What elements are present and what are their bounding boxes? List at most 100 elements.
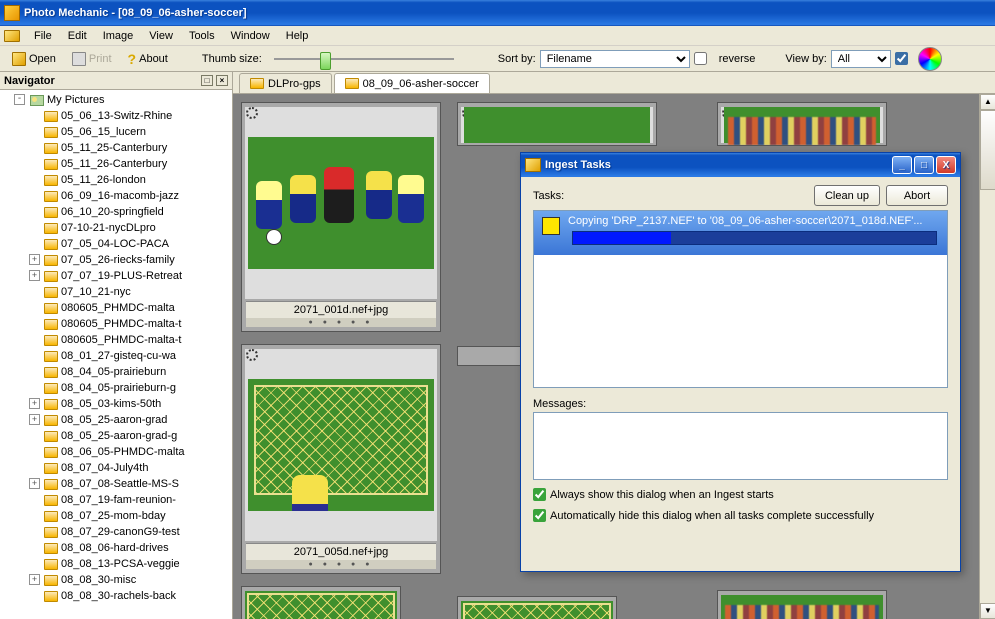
reverse-checkbox[interactable]	[694, 52, 707, 65]
thumb-size-slider[interactable]	[274, 50, 454, 68]
tree-folder[interactable]: 08_05_25-aaron-grad	[44, 412, 230, 428]
print-icon	[72, 52, 86, 66]
tree-folder[interactable]: 07_10_21-nyc	[44, 284, 230, 300]
cleanup-button[interactable]: Clean up	[814, 185, 880, 206]
sortby-label: Sort by:	[498, 53, 536, 65]
abort-button[interactable]: Abort	[886, 185, 948, 206]
tree-folder[interactable]: 07_07_19-PLUS-Retreat	[44, 268, 230, 284]
thumbnail-cell[interactable]: 2071_005d.nef+jpg ● ● ● ● ●	[241, 344, 441, 574]
menu-window[interactable]: Window	[223, 28, 278, 44]
tree-folder[interactable]: 08_01_27-gisteq-cu-wa	[44, 348, 230, 364]
task-item[interactable]: Copying 'DRP_2137.NEF' to '08_09_06-ashe…	[534, 211, 947, 255]
dialog-maximize-button[interactable]: □	[914, 156, 934, 174]
thumbnail-cell[interactable]	[457, 596, 617, 619]
menu-view[interactable]: View	[141, 28, 181, 44]
tree-folder[interactable]: 05_11_25-Canterbury	[44, 140, 230, 156]
tree-folder[interactable]: 080605_PHMDC-malta-t	[44, 316, 230, 332]
open-icon	[12, 52, 26, 66]
folder-icon	[44, 303, 58, 314]
folder-icon	[44, 319, 58, 330]
navigator-close-button[interactable]: ×	[216, 75, 228, 86]
tree-folder[interactable]: 05_11_26-Canterbury	[44, 156, 230, 172]
tree-folder[interactable]: 08_08_06-hard-drives	[44, 540, 230, 556]
thumbnail-cell[interactable]: 2071_001d.nef+jpg ● ● ● ● ●	[241, 102, 441, 332]
tree-root[interactable]: My Pictures	[2, 92, 230, 108]
menu-edit[interactable]: Edit	[60, 28, 95, 44]
folder-label: 08_05_03-kims-50th	[61, 398, 161, 410]
tree-folder[interactable]: 08_07_04-July4th	[44, 460, 230, 476]
menu-file[interactable]: File	[26, 28, 60, 44]
sortby-select[interactable]: Filename	[540, 50, 690, 68]
print-button[interactable]: Print	[66, 50, 118, 68]
scroll-up-button[interactable]: ▲	[980, 94, 995, 110]
about-button[interactable]: ?About	[122, 49, 174, 69]
thumbnail-cell[interactable]	[717, 590, 887, 619]
scroll-down-button[interactable]: ▼	[980, 603, 995, 619]
folder-icon	[44, 143, 58, 154]
tree-folder[interactable]: 08_07_29-canonG9-test	[44, 524, 230, 540]
tree-folder[interactable]: 05_11_26-london	[44, 172, 230, 188]
tree-folder[interactable]: 07-10-21-nycDLpro	[44, 220, 230, 236]
always-show-checkbox[interactable]	[533, 488, 546, 501]
dialog-minimize-button[interactable]: _	[892, 156, 912, 174]
tree-folder[interactable]: 08_06_05-PHMDC-malta	[44, 444, 230, 460]
tree-folder[interactable]: 08_07_08-Seattle-MS-S	[44, 476, 230, 492]
menu-help[interactable]: Help	[278, 28, 317, 44]
thumbnail-cell[interactable]	[717, 102, 887, 146]
folder-label: 08_07_25-mom-bday	[61, 510, 166, 522]
viewby-select[interactable]: All	[831, 50, 891, 68]
tree-folder[interactable]: 08_07_25-mom-bday	[44, 508, 230, 524]
tab-dlpro-gps[interactable]: DLPro-gps	[239, 73, 332, 93]
task-text: Copying 'DRP_2137.NEF' to '08_09_06-ashe…	[568, 215, 941, 227]
folder-label: 05_11_26-london	[61, 174, 146, 186]
dialog-titlebar[interactable]: Ingest Tasks _ □ X	[521, 153, 960, 177]
menu-image[interactable]: Image	[95, 28, 142, 44]
tree-folder[interactable]: 080605_PHMDC-malta	[44, 300, 230, 316]
thumbnail-image	[721, 595, 883, 619]
reverse-label: reverse	[719, 53, 756, 65]
tree-folder[interactable]: 08_04_05-prairieburn	[44, 364, 230, 380]
tab-label: DLPro-gps	[268, 78, 321, 90]
rating-dots[interactable]: ● ● ● ● ●	[246, 318, 436, 327]
tree-folder[interactable]: 05_06_13-Switz-Rhine	[44, 108, 230, 124]
tree-folder[interactable]: 08_08_13-PCSA-veggie	[44, 556, 230, 572]
tab-asher-soccer[interactable]: 08_09_06-asher-soccer	[334, 73, 490, 93]
dialog-close-button[interactable]: X	[936, 156, 956, 174]
open-button[interactable]: Open	[6, 50, 62, 68]
thumbnail-cell[interactable]	[241, 586, 401, 619]
tree-folder[interactable]: 08_07_19-fam-reunion-	[44, 492, 230, 508]
folder-icon	[44, 463, 58, 474]
tree-folder[interactable]: 05_06_15_lucern	[44, 124, 230, 140]
messages-box[interactable]	[533, 412, 948, 480]
folder-tree[interactable]: My Pictures 05_06_13-Switz-Rhine05_06_15…	[0, 90, 232, 619]
tasks-list[interactable]: Copying 'DRP_2137.NEF' to '08_09_06-ashe…	[533, 210, 948, 388]
tree-folder[interactable]: 07_05_26-riecks-family	[44, 252, 230, 268]
folder-label: 080605_PHMDC-malta	[61, 302, 175, 314]
tree-folder[interactable]: 08_08_30-rachels-back	[44, 588, 230, 604]
tree-folder[interactable]: 08_05_03-kims-50th	[44, 396, 230, 412]
navigator-restore-button[interactable]: □	[201, 75, 213, 86]
tree-folder[interactable]: 08_08_30-misc	[44, 572, 230, 588]
menu-tools[interactable]: Tools	[181, 28, 223, 44]
tree-folder[interactable]: 07_05_04-LOC-PACA	[44, 236, 230, 252]
thumbnail-image	[245, 591, 397, 619]
thumbnail-image	[724, 107, 880, 143]
folder-label: 08_05_25-aaron-grad	[61, 414, 167, 426]
tree-folder[interactable]: 080605_PHMDC-malta-t	[44, 332, 230, 348]
thumbnail-cell[interactable]	[457, 102, 657, 146]
folder-label: 08_07_08-Seattle-MS-S	[61, 478, 179, 490]
auto-hide-checkbox[interactable]	[533, 509, 546, 522]
viewby-checkbox[interactable]	[895, 52, 908, 65]
print-label: Print	[89, 53, 112, 65]
folder-icon	[250, 78, 264, 89]
tree-folder[interactable]: 06_10_20-springfield	[44, 204, 230, 220]
tree-folder[interactable]: 08_04_05-prairieburn-g	[44, 380, 230, 396]
folder-icon	[44, 367, 58, 378]
colorwheel-icon[interactable]	[918, 47, 942, 71]
tree-folder[interactable]: 06_09_16-macomb-jazz	[44, 188, 230, 204]
tree-folder[interactable]: 08_05_25-aaron-grad-g	[44, 428, 230, 444]
menubar: File Edit Image View Tools Window Help	[0, 26, 995, 46]
scroll-thumb[interactable]	[980, 110, 995, 190]
vertical-scrollbar[interactable]: ▲ ▼	[979, 94, 995, 619]
rating-dots[interactable]: ● ● ● ● ●	[246, 560, 436, 569]
